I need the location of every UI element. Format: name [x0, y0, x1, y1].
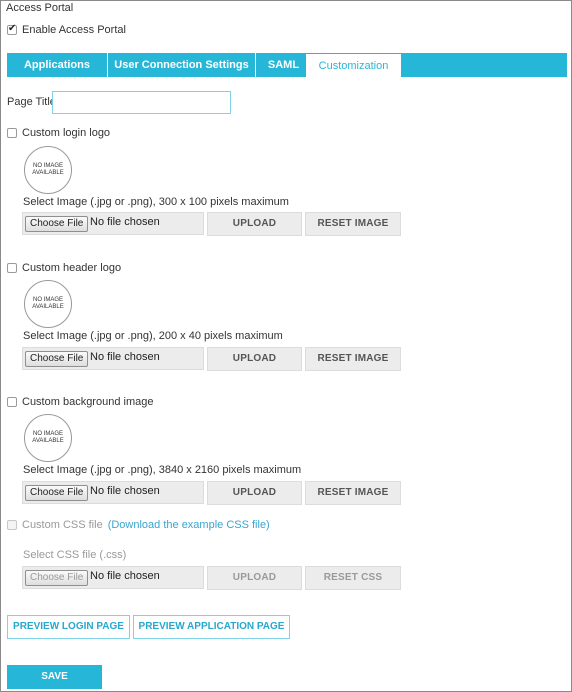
background-image-placeholder: NO IMAGE AVAILABLE — [24, 414, 72, 462]
custom-background-image-row[interactable]: Custom background image — [7, 396, 153, 408]
tab-saml[interactable]: SAML — [256, 53, 312, 77]
login-logo-reset-button[interactable]: RESET IMAGE — [305, 212, 401, 236]
page-title-label: Page Title — [7, 96, 56, 108]
no-image-text: NO IMAGE AVAILABLE — [32, 431, 64, 444]
header-logo-reset-button[interactable]: RESET IMAGE — [305, 347, 401, 371]
tab-user-connection-settings[interactable]: User Connection Settings — [108, 53, 256, 77]
no-image-text: NO IMAGE AVAILABLE — [32, 163, 64, 176]
css-file-hint: Select CSS file (.css) — [23, 549, 127, 561]
background-image-reset-button[interactable]: RESET IMAGE — [305, 481, 401, 505]
login-logo-file-input[interactable]: Choose File No file chosen — [22, 212, 204, 235]
css-reset-button[interactable]: RESET CSS — [305, 566, 401, 590]
login-logo-hint: Select Image (.jpg or .png), 300 x 100 p… — [23, 196, 289, 208]
preview-login-page-button[interactable]: PREVIEW LOGIN PAGE — [7, 615, 130, 639]
login-logo-upload-button[interactable]: UPLOAD — [207, 212, 302, 236]
header-logo-upload-button[interactable]: UPLOAD — [207, 347, 302, 371]
choose-file-button[interactable]: Choose File — [25, 216, 89, 232]
no-image-text: NO IMAGE AVAILABLE — [32, 297, 64, 310]
custom-login-logo-checkbox[interactable] — [7, 128, 17, 138]
custom-background-image-label: Custom background image — [22, 396, 154, 408]
custom-css-file-label: Custom CSS file — [22, 519, 103, 531]
tab-customization[interactable]: Customization — [305, 53, 402, 77]
custom-css-file-row[interactable]: Custom CSS file (Download the example CS… — [7, 519, 270, 531]
save-button[interactable]: SAVE — [7, 665, 102, 689]
background-image-file-input[interactable]: Choose File No file chosen — [22, 481, 204, 504]
header-logo-file-input[interactable]: Choose File No file chosen — [22, 347, 204, 370]
choose-file-button[interactable]: Choose File — [25, 351, 89, 367]
no-file-chosen-text: No file chosen — [90, 351, 160, 363]
background-image-upload-button[interactable]: UPLOAD — [207, 481, 302, 505]
download-example-css-link[interactable]: (Download the example CSS file) — [108, 519, 270, 531]
tab-applications[interactable]: Applications — [7, 53, 108, 77]
page-title-input[interactable] — [52, 91, 231, 114]
custom-header-logo-checkbox[interactable] — [7, 263, 17, 273]
custom-header-logo-label: Custom header logo — [22, 262, 122, 274]
custom-header-logo-row[interactable]: Custom header logo — [7, 262, 121, 274]
no-file-chosen-text: No file chosen — [90, 570, 160, 582]
css-file-input[interactable]: Choose File No file chosen — [22, 566, 204, 589]
section-title: Access Portal — [6, 2, 74, 14]
css-upload-button[interactable]: UPLOAD — [207, 566, 302, 590]
preview-application-page-button[interactable]: PREVIEW APPLICATION PAGE — [133, 615, 290, 639]
enable-access-portal-row[interactable]: Enable Access Portal — [7, 23, 126, 36]
enable-access-portal-label: Enable Access Portal — [22, 24, 126, 36]
choose-file-button[interactable]: Choose File — [25, 485, 89, 501]
header-logo-hint: Select Image (.jpg or .png), 200 x 40 pi… — [23, 330, 283, 342]
no-file-chosen-text: No file chosen — [90, 216, 160, 228]
background-image-hint: Select Image (.jpg or .png), 3840 x 2160… — [23, 464, 302, 476]
header-logo-placeholder: NO IMAGE AVAILABLE — [24, 280, 72, 328]
custom-background-image-checkbox[interactable] — [7, 397, 17, 407]
enable-access-portal-checkbox[interactable] — [7, 23, 17, 35]
login-logo-placeholder: NO IMAGE AVAILABLE — [24, 146, 72, 194]
custom-login-logo-label: Custom login logo — [22, 127, 111, 139]
custom-login-logo-row[interactable]: Custom login logo — [7, 127, 110, 139]
choose-file-button[interactable]: Choose File — [25, 570, 89, 586]
no-file-chosen-text: No file chosen — [90, 485, 160, 497]
custom-css-file-checkbox[interactable] — [7, 520, 17, 530]
tab-bar: Applications User Connection Settings SA… — [7, 53, 567, 77]
